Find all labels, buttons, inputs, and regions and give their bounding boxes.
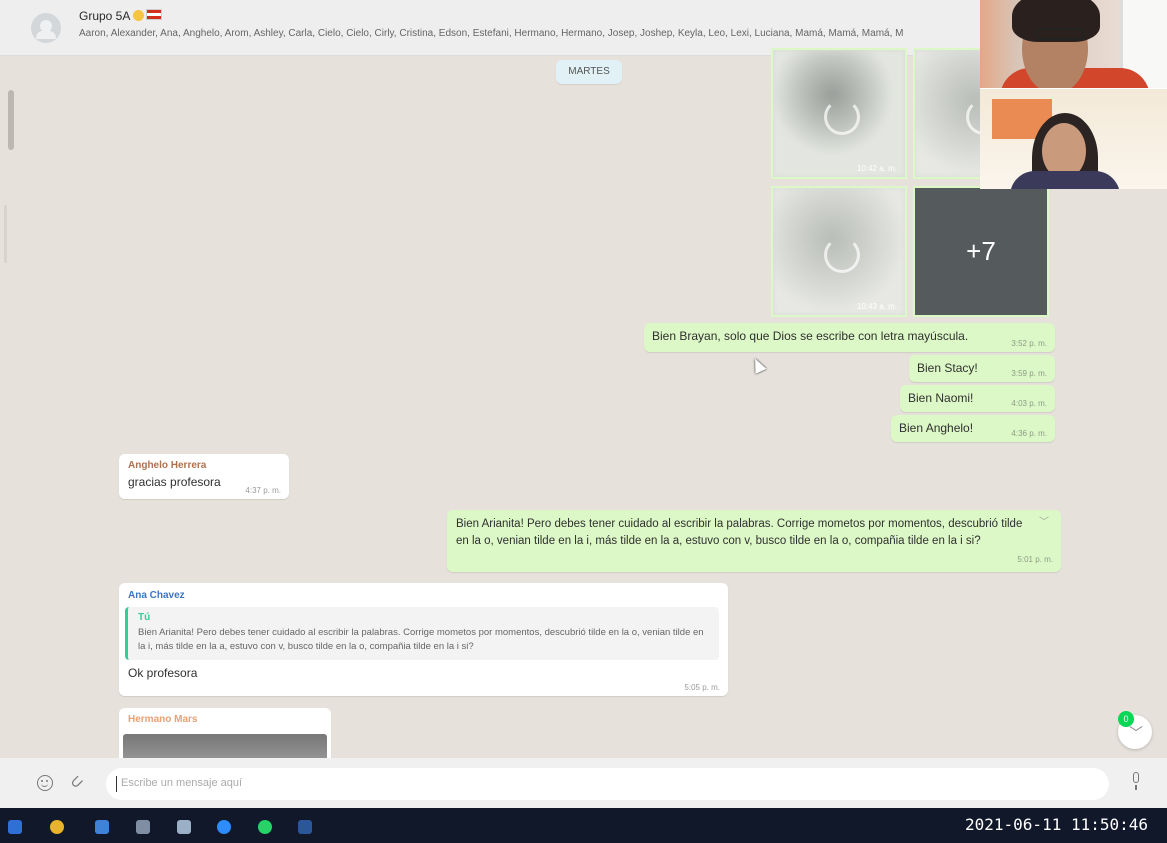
peru-flag-icon	[146, 9, 163, 20]
participant-shirt	[1010, 171, 1120, 189]
quoted-author: Tú	[138, 612, 151, 623]
chrome-icon[interactable]	[50, 820, 64, 834]
message-sender: Anghelo Herrera	[128, 460, 207, 471]
whatsapp-icon[interactable]	[258, 820, 272, 834]
incoming-reply-message[interactable]: Ana Chavez Tú Bien Arianita! Pero debes …	[119, 583, 728, 696]
zoom-icon[interactable]	[217, 820, 231, 834]
message-text: Bien Brayan, solo que Dios se escribe co…	[652, 329, 969, 343]
message-time: 4:03 p. m.	[1011, 399, 1047, 408]
message-time: 3:52 p. m.	[1011, 339, 1047, 348]
pen-icon[interactable]	[177, 820, 191, 834]
video-participant-2	[980, 88, 1167, 189]
calculator-icon[interactable]	[136, 820, 150, 834]
message-input[interactable]: Escribe un mensaje aquí	[106, 768, 1109, 800]
media-timestamp: 10:43 a. m.	[856, 302, 897, 311]
message-time: 3:59 p. m.	[1011, 369, 1047, 378]
media-thumbnail[interactable]: 10:42 a. m.	[771, 48, 907, 179]
quoted-message[interactable]: Tú Bien Arianita! Pero debes tener cuida…	[125, 607, 719, 660]
outgoing-message[interactable]: ﹀ Bien Arianita! Pero debes tener cuidad…	[447, 510, 1061, 572]
outgoing-message[interactable]: Bien Naomi! 4:03 p. m.	[900, 385, 1055, 412]
participant-glasses	[1035, 28, 1085, 40]
message-text: Bien Anghelo!	[899, 421, 974, 435]
emoji-icon[interactable]	[37, 775, 53, 791]
message-text: Ok profesora	[128, 666, 198, 680]
microphone-icon[interactable]	[1130, 772, 1142, 792]
incoming-message[interactable]: Anghelo Herrera gracias profesora 4:37 p…	[119, 454, 289, 499]
message-time: 5:05 p. m.	[684, 683, 720, 692]
loading-spinner-icon	[824, 98, 860, 135]
word-icon[interactable]	[298, 820, 312, 834]
message-input-placeholder: Escribe un mensaje aquí	[121, 777, 243, 789]
mail-icon[interactable]	[95, 820, 109, 834]
scrollbar-thumb[interactable]	[8, 90, 14, 150]
taskbar-clock: 2021-06-11 11:50:46	[965, 815, 1149, 834]
media-timestamp: 10:42 a. m.	[856, 164, 897, 173]
group-title[interactable]: Grupo 5A	[79, 9, 163, 23]
message-sender: Hermano Mars	[128, 714, 198, 725]
scrollbar-track	[4, 205, 7, 263]
group-members: Aaron, Alexander, Ana, Anghelo, Arom, As…	[79, 28, 904, 39]
group-avatar-icon[interactable]	[31, 13, 61, 43]
message-time: 4:36 p. m.	[1011, 429, 1047, 438]
outgoing-message[interactable]: Bien Anghelo! 4:36 p. m.	[891, 415, 1055, 442]
smile-emoji-icon	[133, 10, 145, 21]
media-thumbnail[interactable]: 10:43 a. m.	[771, 186, 907, 317]
quoted-text: Bien Arianita! Pero debes tener cuidado …	[138, 627, 704, 652]
more-media-tile[interactable]: +7	[913, 186, 1049, 317]
message-sender: Ana Chavez	[128, 590, 185, 601]
more-media-count: +7	[966, 236, 996, 266]
chevron-down-icon: ﹀	[1129, 725, 1143, 741]
message-text: Bien Arianita! Pero debes tener cuidado …	[456, 518, 1023, 547]
group-name: Grupo 5A	[79, 9, 131, 23]
message-menu-chevron-icon[interactable]: ﹀	[1039, 514, 1049, 531]
video-participant-1	[980, 0, 1167, 88]
message-text: Bien Stacy!	[917, 361, 978, 375]
outgoing-message[interactable]: Bien Stacy! 3:59 p. m.	[909, 355, 1055, 382]
loading-spinner-icon	[824, 236, 860, 273]
message-time: 5:01 p. m.	[1017, 555, 1053, 564]
text-caret	[116, 776, 117, 792]
message-text: Bien Naomi!	[908, 391, 974, 405]
unread-count-badge: 0	[1118, 711, 1134, 727]
message-time: 4:37 p. m.	[245, 486, 281, 495]
day-separator: MARTES	[556, 60, 622, 84]
windows-icon[interactable]	[8, 820, 22, 834]
outgoing-message[interactable]: Bien Brayan, solo que Dios se escribe co…	[644, 323, 1055, 352]
